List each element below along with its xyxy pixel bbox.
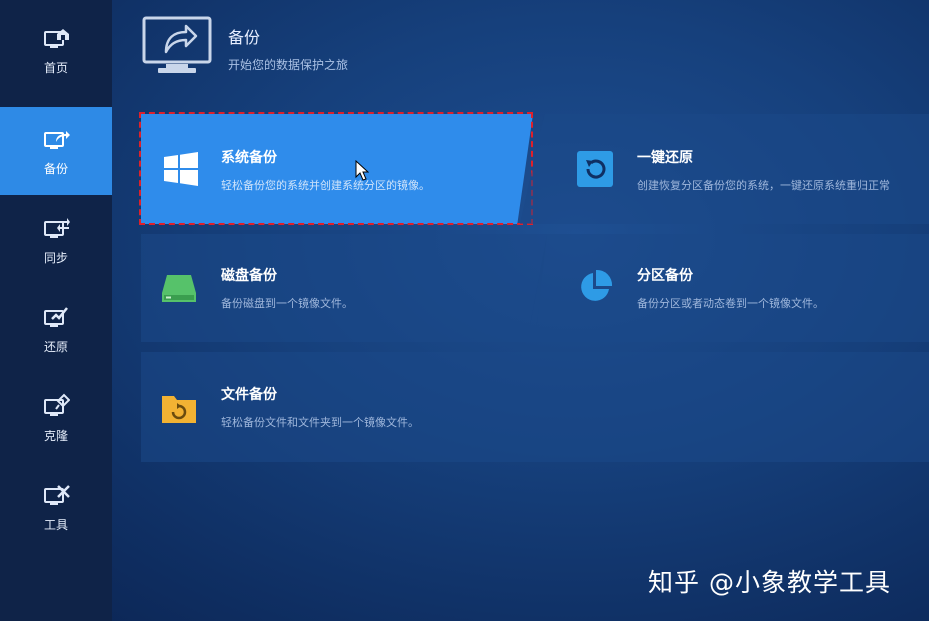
restore-icon [44, 306, 68, 327]
card-description: 备份磁盘到一个镜像文件。 [221, 297, 353, 310]
page-subtitle: 开始您的数据保护之旅 [228, 58, 349, 72]
watermark: 知乎 @小象教学工具 [648, 568, 891, 597]
sidebar-item-label: 首页 [43, 60, 68, 75]
disk-backup-card[interactable]: 磁盘备份 备份磁盘到一个镜像文件。 [141, 234, 547, 342]
clone-icon [44, 393, 70, 416]
card-description: 轻松备份文件和文件夹到一个镜像文件。 [221, 416, 419, 429]
backup-icon [44, 130, 70, 149]
sidebar-item-label: 备份 [43, 161, 68, 176]
sidebar: 首页 备份 同步 还原 克隆 工具 [0, 0, 112, 621]
home-icon [44, 28, 69, 48]
sidebar-item-backup[interactable]: 备份 [0, 107, 112, 195]
pie-chart-icon [581, 269, 613, 301]
sidebar-item-sync[interactable]: 同步 [0, 196, 112, 284]
card-title: 一键还原 [637, 150, 693, 166]
partition-backup-card[interactable]: 分区备份 备份分区或者动态卷到一个镜像文件。 [527, 234, 929, 342]
folder-sync-icon [162, 396, 196, 423]
monitor-share-icon [142, 16, 212, 73]
sidebar-item-label: 克隆 [43, 428, 68, 443]
card-title: 磁盘备份 [221, 268, 277, 284]
card-title: 系统备份 [221, 150, 277, 166]
sync-icon [44, 217, 70, 238]
card-description: 创建恢复分区备份您的系统，一键还原系统重归正常 [637, 179, 890, 192]
mouse-pointer-icon [355, 160, 369, 181]
card-description: 轻松备份您的系统并创建系统分区的镜像。 [221, 179, 430, 192]
sidebar-item-home[interactable]: 首页 [0, 6, 112, 94]
system-backup-card[interactable]: 系统备份 轻松备份您的系统并创建系统分区的镜像。 [141, 114, 533, 224]
sidebar-item-restore[interactable]: 还原 [0, 285, 112, 373]
disk-drive-icon [162, 275, 196, 302]
file-backup-card[interactable]: 文件备份 轻松备份文件和文件夹到一个镜像文件。 [141, 352, 929, 462]
one-click-restore-card[interactable]: 一键还原 创建恢复分区备份您的系统，一键还原系统重归正常 [520, 114, 929, 224]
sidebar-item-label: 工具 [43, 517, 68, 532]
windows-icon [164, 152, 198, 186]
sidebar-item-clone[interactable]: 克隆 [0, 374, 112, 462]
tools-icon [44, 484, 70, 505]
card-title: 分区备份 [637, 268, 693, 284]
page-title: 备份 [228, 28, 261, 47]
card-description: 备份分区或者动态卷到一个镜像文件。 [637, 297, 824, 310]
sidebar-item-label: 同步 [43, 250, 68, 265]
card-title: 文件备份 [221, 387, 277, 403]
sidebar-item-tools[interactable]: 工具 [0, 463, 112, 551]
one-click-restore-icon [577, 151, 613, 187]
sidebar-item-label: 还原 [43, 339, 68, 354]
